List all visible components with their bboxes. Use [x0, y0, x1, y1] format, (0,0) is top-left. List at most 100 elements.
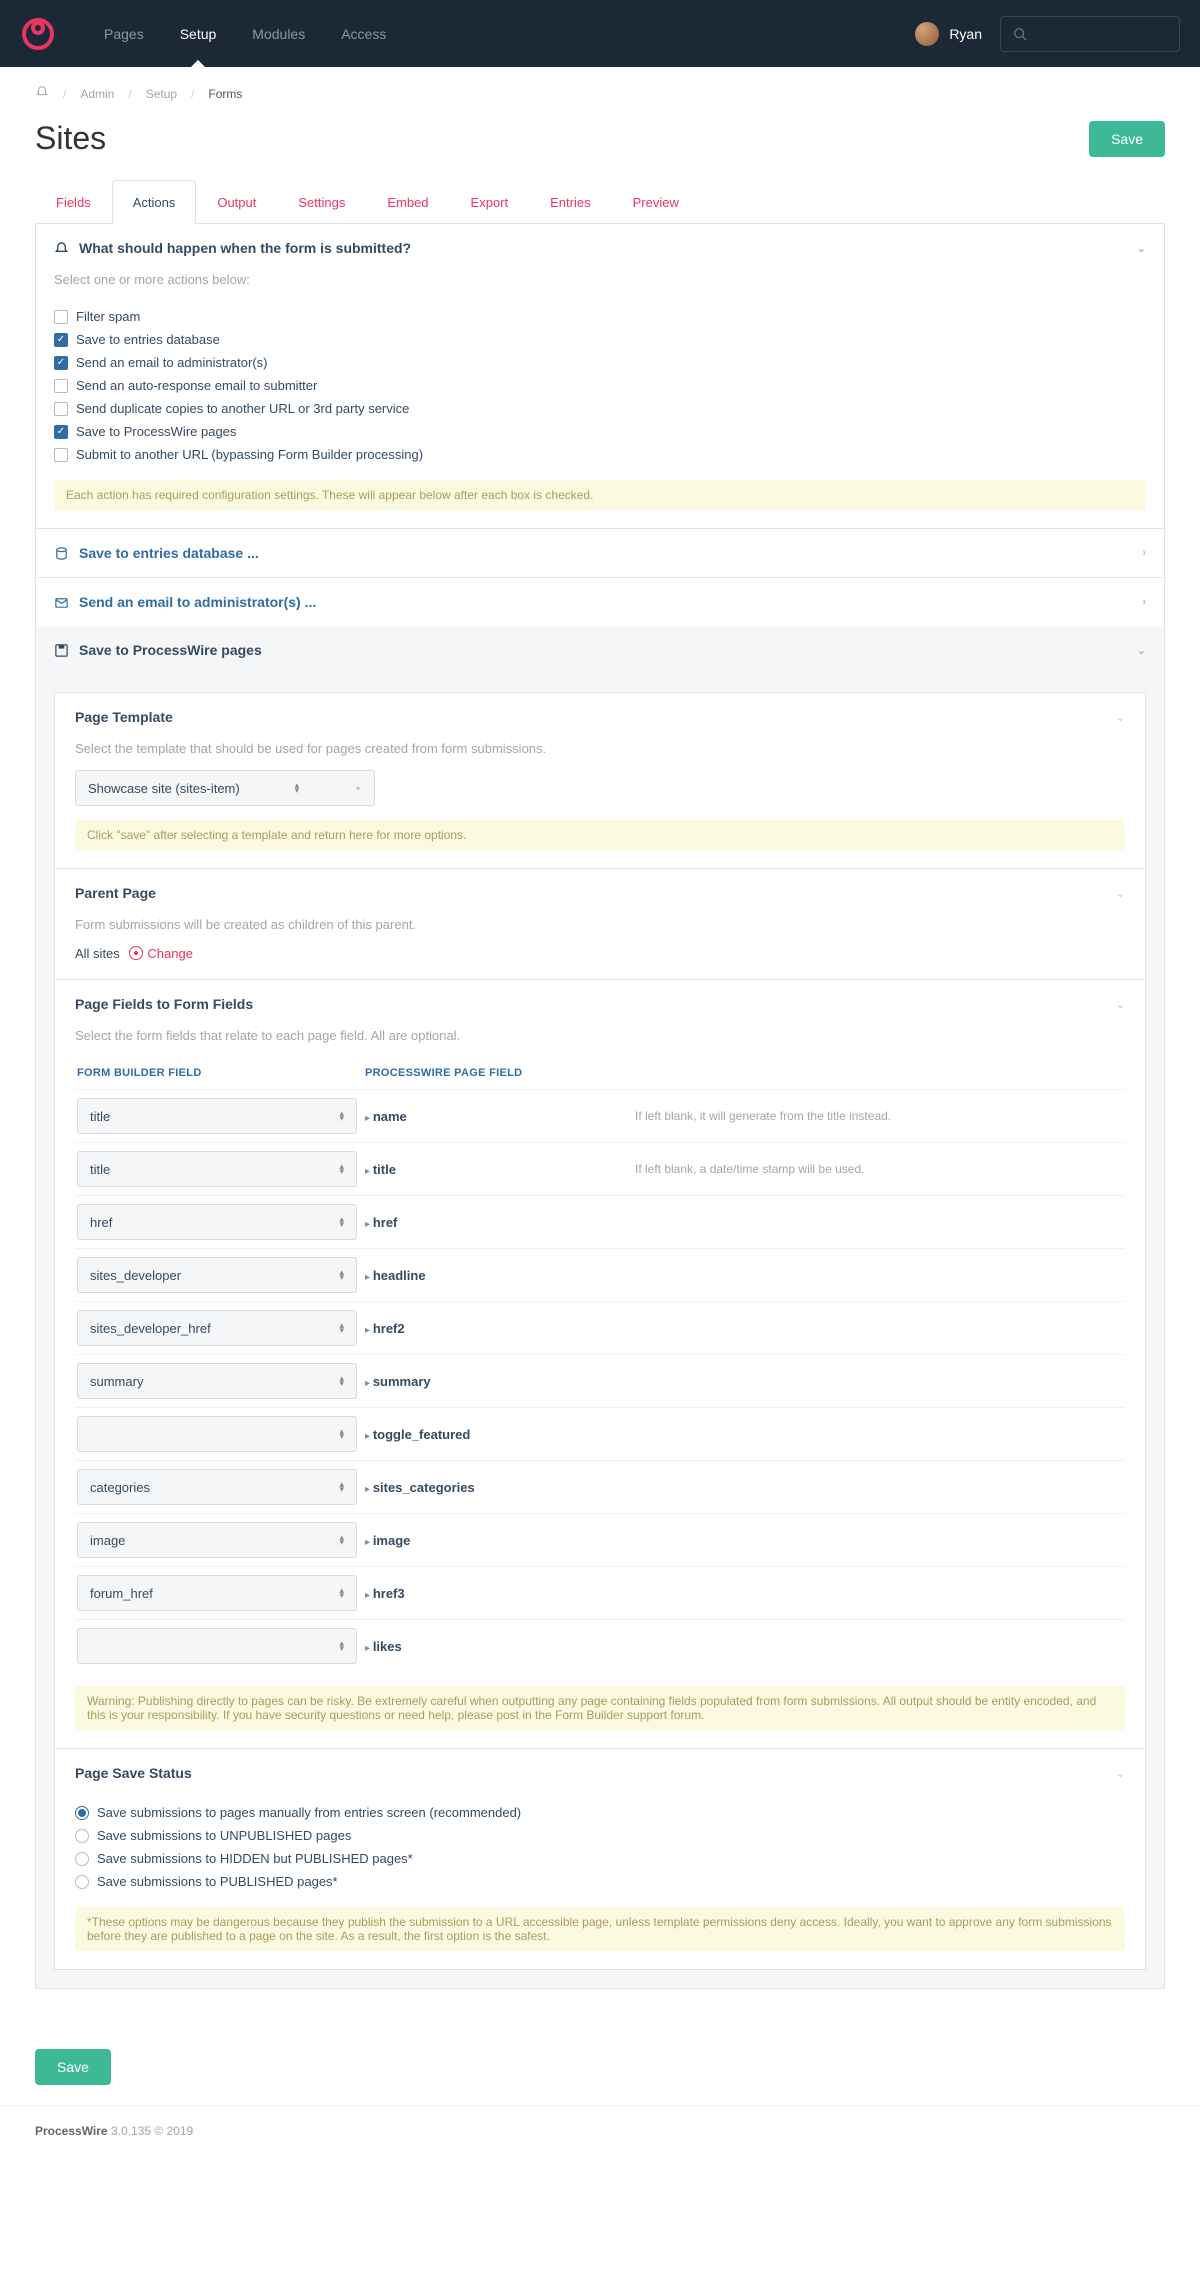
tab-settings[interactable]: Settings — [277, 180, 366, 224]
checkbox[interactable] — [54, 310, 68, 324]
chevron-down-icon: ⌄ — [1116, 887, 1125, 900]
page-field-label: toggle_featured — [365, 1427, 470, 1442]
form-field-select[interactable]: ▴▾ — [77, 1416, 357, 1452]
submit-note: Each action has required configuration s… — [54, 480, 1146, 510]
page-field-label: summary — [365, 1374, 431, 1389]
status-card-header[interactable]: Page Save Status⌄ — [55, 1749, 1145, 1797]
field-mapping-row: title▴▾titleIf left blank, a date/time s… — [75, 1142, 1125, 1195]
checkbox[interactable] — [54, 425, 68, 439]
form-field-select[interactable]: sites_developer▴▾ — [77, 1257, 357, 1293]
fields-card-header[interactable]: Page Fields to Form Fields⌄ — [55, 980, 1145, 1028]
field-mapping-row: image▴▾ image — [75, 1513, 1125, 1566]
chevron-down-icon: ⌄ — [1116, 998, 1125, 1011]
form-field-select[interactable]: sites_developer_href▴▾ — [77, 1310, 357, 1346]
radio[interactable] — [75, 1806, 89, 1820]
chevron-right-icon: › — [1142, 596, 1146, 608]
status-radio-row: Save submissions to UNPUBLISHED pages — [75, 1824, 1125, 1847]
checkbox[interactable] — [54, 379, 68, 393]
nav-modules[interactable]: Modules — [234, 0, 323, 67]
page-field-label: name — [365, 1109, 407, 1124]
form-field-select[interactable]: href▴▾ — [77, 1204, 357, 1240]
field-mapping-row: categories▴▾ sites_categories — [75, 1460, 1125, 1513]
field-mapping-row: summary▴▾ summary — [75, 1354, 1125, 1407]
status-radio-row: Save submissions to HIDDEN but PUBLISHED… — [75, 1847, 1125, 1870]
bell-icon — [54, 241, 69, 256]
field-mapping-row: forum_href▴▾ href3 — [75, 1566, 1125, 1619]
field-mapping-row: sites_developer_href▴▾ href2 — [75, 1301, 1125, 1354]
chevron-down-icon: ⌄ — [1116, 1767, 1125, 1780]
radio[interactable] — [75, 1852, 89, 1866]
collapsed-section[interactable]: Save to entries database ...› — [36, 529, 1164, 577]
radio[interactable] — [75, 1875, 89, 1889]
action-checkbox-row: Submit to another URL (bypassing Form Bu… — [54, 443, 1146, 466]
page-field-label: href — [365, 1215, 397, 1230]
bell-icon[interactable] — [35, 85, 49, 102]
tab-entries[interactable]: Entries — [529, 180, 611, 224]
page-title: Sites — [35, 120, 106, 157]
page-field-label: href2 — [365, 1321, 405, 1336]
user-name: Ryan — [949, 26, 982, 42]
chevron-down-icon: ⌄ — [1137, 242, 1146, 255]
action-checkbox-row: Send an auto-response email to submitter — [54, 374, 1146, 397]
form-field-select[interactable]: image▴▾ — [77, 1522, 357, 1558]
avatar — [915, 22, 939, 46]
status-radio-row: Save submissions to PUBLISHED pages* — [75, 1870, 1125, 1893]
logo[interactable] — [20, 16, 56, 52]
status-radio-row: Save submissions to pages manually from … — [75, 1801, 1125, 1824]
submit-section-header[interactable]: What should happen when the form is subm… — [36, 224, 1164, 272]
field-mapping-row: sites_developer▴▾ headline — [75, 1248, 1125, 1301]
copyright: ProcessWire 3.0.135 © 2019 — [0, 2105, 1200, 2156]
page-field-label: title — [365, 1162, 396, 1177]
change-parent-link[interactable]: Change — [129, 946, 193, 961]
checkbox[interactable] — [54, 333, 68, 347]
field-mapping-row: href▴▾ href — [75, 1195, 1125, 1248]
chevron-down-icon: ⌄ — [1137, 644, 1146, 657]
page-field-label: image — [365, 1533, 410, 1548]
page-field-label: headline — [365, 1268, 426, 1283]
main-nav: PagesSetupModulesAccess — [86, 0, 404, 67]
save-button[interactable]: Save — [1089, 121, 1165, 157]
form-field-select[interactable]: title▴▾ — [77, 1098, 357, 1134]
checkbox[interactable] — [54, 448, 68, 462]
form-field-select[interactable]: forum_href▴▾ — [77, 1575, 357, 1611]
form-field-select[interactable]: summary▴▾ — [77, 1363, 357, 1399]
tab-actions[interactable]: Actions — [112, 180, 197, 224]
page-field-label: href3 — [365, 1586, 405, 1601]
tab-output[interactable]: Output — [196, 180, 277, 224]
breadcrumb: /Admin /Setup /Forms — [35, 67, 1165, 120]
form-field-select[interactable]: ▴▾ — [77, 1628, 357, 1664]
radio[interactable] — [75, 1829, 89, 1843]
tab-embed[interactable]: Embed — [366, 180, 449, 224]
collapsed-section[interactable]: Send an email to administrator(s) ...› — [36, 578, 1164, 626]
field-mapping-row: ▴▾ toggle_featured — [75, 1407, 1125, 1460]
tab-fields[interactable]: Fields — [35, 180, 112, 224]
form-field-select[interactable]: title▴▾ — [77, 1151, 357, 1187]
save-icon — [54, 643, 69, 658]
template-select[interactable]: Showcase site (sites-item)▴▾ — [75, 770, 375, 806]
form-field-select[interactable]: categories▴▾ — [77, 1469, 357, 1505]
action-checkbox-row: Send an email to administrator(s) — [54, 351, 1146, 374]
save-pages-header[interactable]: Save to ProcessWire pages ⌄ — [36, 626, 1164, 674]
field-mapping-row: ▴▾likes — [75, 1619, 1125, 1672]
chevron-right-icon: › — [1142, 547, 1146, 559]
nav-pages[interactable]: Pages — [86, 0, 162, 67]
template-card-header[interactable]: Page Template⌄ — [55, 693, 1145, 741]
panel: What should happen when the form is subm… — [35, 224, 1165, 1989]
tab-export[interactable]: Export — [450, 180, 530, 224]
nav-access[interactable]: Access — [323, 0, 404, 67]
page-field-label: sites_categories — [365, 1480, 475, 1495]
checkbox[interactable] — [54, 356, 68, 370]
tab-preview[interactable]: Preview — [612, 180, 700, 224]
action-checkbox-row: Save to ProcessWire pages — [54, 420, 1146, 443]
search-input[interactable] — [1000, 16, 1180, 52]
save-button-footer[interactable]: Save — [35, 2049, 111, 2085]
nav-setup[interactable]: Setup — [162, 0, 235, 67]
topbar: PagesSetupModulesAccess Ryan — [0, 0, 1200, 67]
tabs: FieldsActionsOutputSettingsEmbedExportEn… — [35, 179, 1165, 224]
checkbox[interactable] — [54, 402, 68, 416]
user-menu[interactable]: Ryan — [915, 22, 982, 46]
parent-card-header[interactable]: Parent Page⌄ — [55, 869, 1145, 917]
field-mapping-row: title▴▾nameIf left blank, it will genera… — [75, 1089, 1125, 1142]
action-checkbox-row: Save to entries database — [54, 328, 1146, 351]
search-icon — [1013, 27, 1027, 41]
